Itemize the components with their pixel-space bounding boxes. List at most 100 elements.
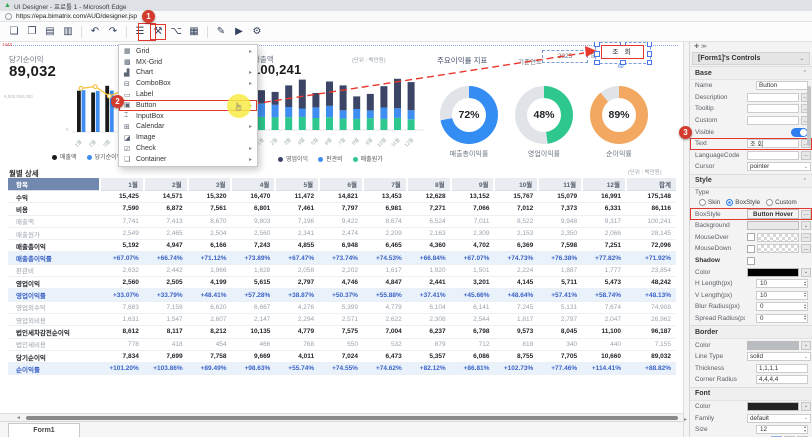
cell: 9,803 xyxy=(231,215,275,227)
background-select-dropdown[interactable]: ⌄ xyxy=(801,221,811,230)
font-color-select[interactable] xyxy=(747,402,799,411)
menu-item-calendar[interactable]: ⊞ Calendar ▸ xyxy=(119,122,257,133)
menu-item-combobox[interactable]: ⊟ ComboBox ▸ xyxy=(119,78,257,89)
cell: +86.81% xyxy=(451,363,495,375)
cell: +88.82% xyxy=(626,363,676,375)
shadow-color-select-dropdown[interactable]: ⌄ xyxy=(801,268,811,277)
section-header-border[interactable]: Border xyxy=(690,325,812,339)
radio-custom[interactable]: Custom xyxy=(766,199,797,206)
design-canvas[interactable]: 1443 당기순이익 89,032 6,000,000,000 0 1월2월3월… xyxy=(0,42,683,413)
panel-collapse-icon[interactable]: ▸ xyxy=(684,416,687,423)
radio-skin[interactable]: Skin xyxy=(699,199,720,206)
background-select[interactable] xyxy=(747,221,799,230)
chevron-up-icon[interactable]: ⌃ xyxy=(803,178,807,184)
languagecode-field[interactable] xyxy=(747,151,799,160)
dataset-icon[interactable]: ☰ xyxy=(132,24,148,40)
cell: 10,660 xyxy=(582,350,626,362)
panel-mini-icons[interactable]: ✚ ≫ xyxy=(690,42,812,52)
custom-field[interactable] xyxy=(747,116,799,125)
scrollbar-thumb[interactable] xyxy=(26,416,678,420)
redo-icon[interactable]: ↷ xyxy=(105,24,121,40)
boxstyle-field-ellipsis-button[interactable]: … xyxy=(801,210,811,219)
run-icon[interactable]: ▶ xyxy=(231,24,247,40)
cell: 48,242 xyxy=(626,277,676,289)
cell: 15,079 xyxy=(538,191,582,203)
mouseover-field-ellipsis-button[interactable]: … xyxy=(801,233,811,242)
description-field[interactable] xyxy=(747,93,799,102)
tooltip-field[interactable] xyxy=(747,104,799,113)
panel-divider[interactable]: ▸ xyxy=(683,42,690,437)
font-color-select-dropdown[interactable]: ⌄ xyxy=(801,402,811,411)
border-color-select-dropdown[interactable]: ⌄ xyxy=(801,341,811,350)
mousedown-field-ellipsis-button[interactable]: … xyxy=(801,244,811,253)
blur-radius-spinner[interactable]: 0▴▾ xyxy=(756,302,808,311)
line-type-select[interactable]: solid⌄ xyxy=(747,352,811,361)
mousedown-field-checkbox[interactable] xyxy=(747,245,755,253)
v-length-spinner[interactable]: 10▴▾ xyxy=(756,291,808,300)
thickness-field[interactable]: 1,1,1,1 xyxy=(756,364,808,373)
undo-icon[interactable]: ↶ xyxy=(87,24,103,40)
save-icon[interactable]: ▤ xyxy=(42,24,58,40)
menu-item-image[interactable]: ◪ Image xyxy=(119,132,257,143)
boxstyle-field[interactable]: Button Hover xyxy=(747,209,799,219)
horizontal-scrollbar[interactable]: ◄ xyxy=(0,413,683,421)
cell: 15,320 xyxy=(188,191,232,203)
chevron-up-icon[interactable]: ⌃ xyxy=(803,70,807,76)
mouseover-field[interactable] xyxy=(757,233,799,242)
cell: +67.47% xyxy=(275,252,319,264)
browser-urlbar[interactable]: https://epa.bimatrix.com/AUD/designer.js… xyxy=(0,11,812,22)
save-all-icon[interactable]: ▥ xyxy=(60,24,76,40)
corner-radius-field[interactable]: 4,4,4,4 xyxy=(756,375,808,384)
shadow-color-select[interactable] xyxy=(747,268,799,277)
mouseover-field-checkbox[interactable] xyxy=(747,233,755,241)
cell: 72,096 xyxy=(626,240,676,252)
legend-item: 당기순이익 xyxy=(87,152,123,161)
open-folder-icon[interactable]: ❐ xyxy=(24,24,40,40)
cursor-select[interactable]: pointer⌄ xyxy=(747,162,811,171)
text-field[interactable]: 조 회 xyxy=(747,139,799,148)
cell: 818 xyxy=(494,338,538,350)
row-label: 매출액 xyxy=(8,215,100,227)
tooltip-field-row: Tooltip … xyxy=(690,103,812,115)
visible-toggle[interactable] xyxy=(791,128,808,137)
spread-radius-spinner[interactable]: 0▴▾ xyxy=(756,314,808,323)
base-year-input[interactable]: 2025 xyxy=(542,50,588,63)
section-header-base[interactable]: Base⌃ xyxy=(690,66,812,80)
donut-1: 72% 매출총이익률 xyxy=(440,86,498,159)
legend-item: 판관비 xyxy=(318,154,343,163)
section-header-style[interactable]: Style⌃ xyxy=(690,174,812,188)
radio-boxstyle[interactable]: BoxStyle xyxy=(726,199,760,206)
section-header-font[interactable]: Font xyxy=(690,387,812,401)
template-icon[interactable]: ▦ xyxy=(186,24,202,40)
cell: 7,699 xyxy=(144,350,188,362)
font-size-spinner[interactable]: 12▴▾ xyxy=(756,425,808,434)
border-color-select[interactable] xyxy=(747,341,799,350)
donut-2: 48% 영업이익률 xyxy=(515,86,573,159)
menu-item-container[interactable]: ❑ Container ▸ xyxy=(119,154,257,165)
calendar-picker-icon[interactable]: ⊞ xyxy=(591,52,597,60)
hierarchy-icon[interactable]: ⌥ xyxy=(168,24,184,40)
cell: 2,797 xyxy=(538,313,582,325)
font-family-select[interactable]: default⌄ xyxy=(747,414,811,423)
shadow-checkbox[interactable] xyxy=(747,257,755,265)
panel-scrollbar[interactable] xyxy=(807,86,811,146)
menu-item-mx-grid[interactable]: ▩ MX-Grid xyxy=(119,57,257,68)
panel-header[interactable]: [Form1]'s Controls ⌄ xyxy=(692,52,810,65)
toolbox-icon[interactable]: ⚒ xyxy=(150,24,166,40)
menu-item-chart[interactable]: ▟ Chart ▸ xyxy=(119,68,257,79)
form1-tab[interactable]: Form1 xyxy=(8,423,80,437)
site-info-icon[interactable] xyxy=(5,13,12,20)
new-file-icon[interactable]: ❏ xyxy=(6,24,22,40)
menu-item-grid[interactable]: ▦ Grid ▸ xyxy=(119,46,257,57)
chevron-down-icon[interactable]: ⌄ xyxy=(800,56,804,62)
menu-item-check[interactable]: ☑ Check ▸ xyxy=(119,143,257,154)
address-url[interactable]: https://epa.bimatrix.com/AUD/designer.js… xyxy=(16,13,137,20)
languagecode-field-ellipsis-button[interactable]: … xyxy=(801,151,811,160)
search-button[interactable]: 조 회 xyxy=(601,45,644,59)
edit-icon[interactable]: ✎ xyxy=(213,24,229,40)
panel-header-title: [Form1]'s Controls xyxy=(698,55,760,62)
settings-icon[interactable]: ⚙ xyxy=(249,24,265,40)
name-field[interactable]: Button xyxy=(756,81,808,90)
mousedown-field[interactable] xyxy=(757,244,799,253)
h-length-spinner[interactable]: 10▴▾ xyxy=(756,279,808,288)
